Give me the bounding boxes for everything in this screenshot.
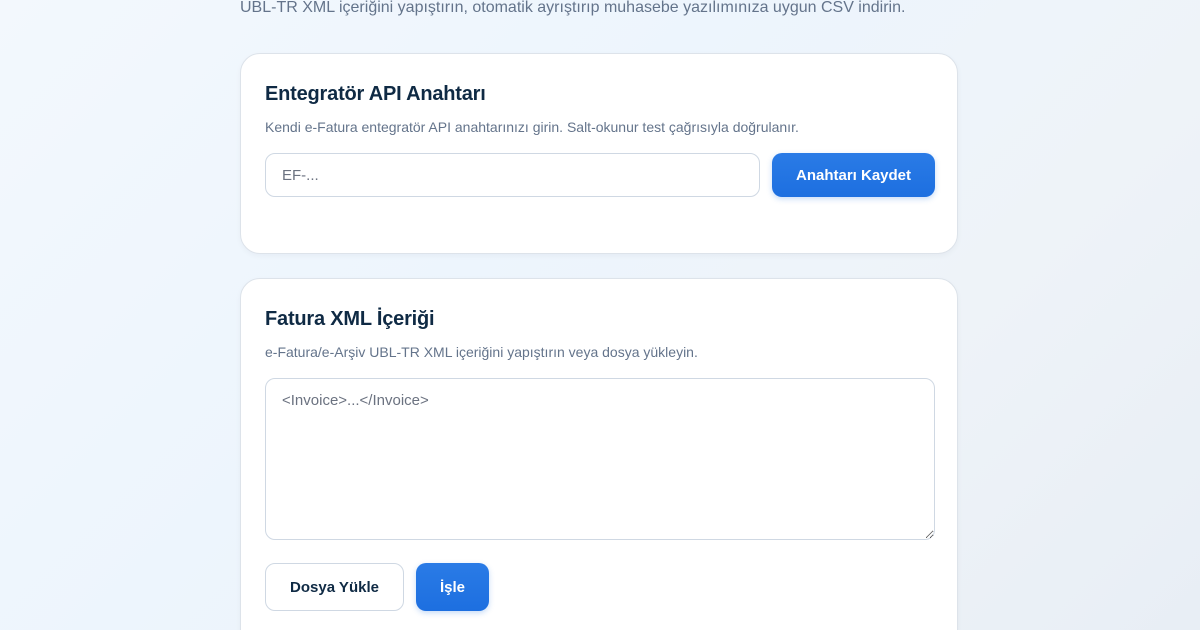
- api-key-input[interactable]: [265, 153, 760, 197]
- save-key-button[interactable]: Anahtarı Kaydet: [772, 153, 935, 197]
- xml-card-title: Fatura XML İçeriği: [265, 308, 435, 330]
- api-key-card-title: Entegratör API Anahtarı: [265, 83, 486, 105]
- api-key-card: Entegratör API Anahtarı Kendi e-Fatura e…: [240, 53, 958, 254]
- page-subtitle: UBL-TR XML içeriğini yapıştırın, otomati…: [240, 0, 906, 16]
- xml-content-textarea[interactable]: [265, 378, 935, 540]
- xml-content-card: Fatura XML İçeriği e-Fatura/e-Arşiv UBL-…: [240, 278, 958, 630]
- upload-file-button[interactable]: Dosya Yükle: [265, 563, 404, 611]
- api-key-card-description: Kendi e-Fatura entegratör API anahtarını…: [265, 119, 799, 135]
- xml-card-description: e-Fatura/e-Arşiv UBL-TR XML içeriğini ya…: [265, 344, 698, 360]
- process-button[interactable]: İşle: [416, 563, 489, 611]
